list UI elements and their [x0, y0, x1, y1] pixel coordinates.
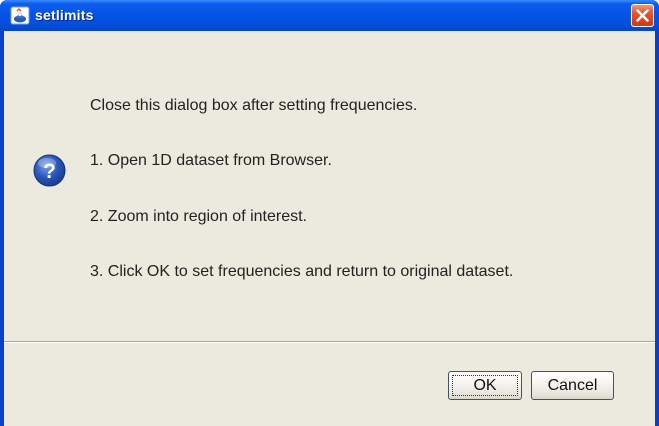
message-step-3: 3. Click OK to set frequencies and retur…: [90, 263, 514, 280]
ok-button-label: OK: [473, 376, 497, 394]
message-panel: ? Close this dialog box after setting fr…: [4, 31, 655, 341]
cancel-button-label: Cancel: [547, 376, 598, 394]
message-step-1: 1. Open 1D dataset from Browser.: [90, 152, 332, 169]
dialog-client-area: ? Close this dialog box after setting fr…: [4, 31, 655, 426]
message-intro: Close this dialog box after setting freq…: [90, 97, 418, 114]
question-icon: ?: [33, 154, 66, 187]
button-bar-divider: [4, 341, 655, 343]
ok-button[interactable]: OK: [448, 371, 522, 400]
window-title: setlimits: [35, 7, 94, 23]
dialog-window: setlimits ? Close this dialog box after …: [0, 0, 659, 426]
close-button[interactable]: [631, 4, 654, 27]
app-icon: [10, 6, 30, 25]
close-x-icon: [636, 9, 649, 22]
svg-text:?: ?: [43, 160, 56, 183]
message-step-2: 2. Zoom into region of interest.: [90, 208, 307, 225]
title-bar[interactable]: setlimits: [0, 0, 659, 31]
cancel-button[interactable]: Cancel: [531, 371, 614, 400]
